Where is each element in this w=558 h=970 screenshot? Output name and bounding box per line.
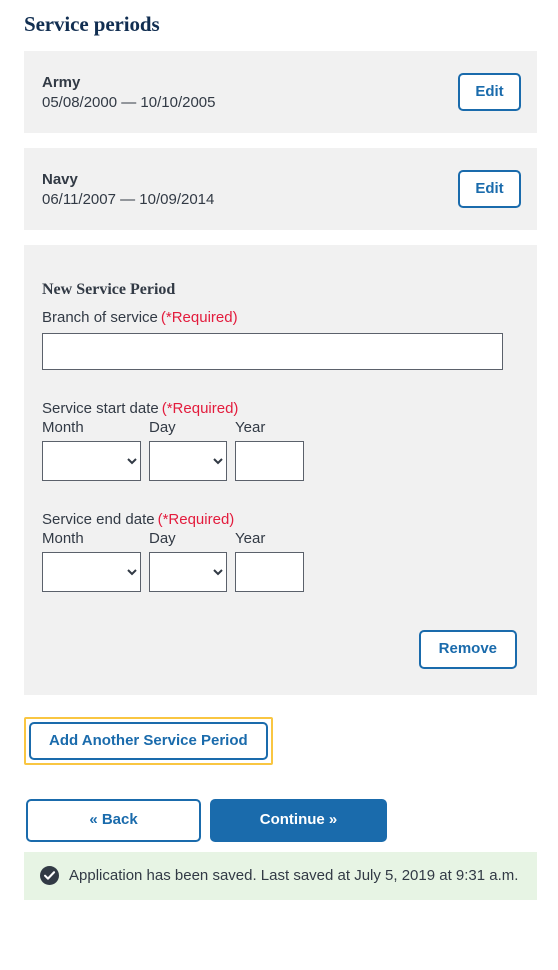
service-end-date-group: Service end date (*Required) Month Day Ye… <box>42 511 517 592</box>
service-periods-list: Army 05/08/2000 — 10/10/2005 Edit Navy 0… <box>0 51 558 230</box>
remove-row: Remove <box>42 630 517 669</box>
end-day-select[interactable] <box>149 552 227 592</box>
service-period-info: Army 05/08/2000 — 10/10/2005 <box>42 74 215 111</box>
service-period-dates: 06/11/2007 — 10/09/2014 <box>42 190 215 208</box>
end-year-col: Year <box>235 530 304 592</box>
back-button[interactable]: « Back <box>26 799 201 842</box>
end-day-label: Day <box>149 530 176 547</box>
start-day-select[interactable] <box>149 441 227 481</box>
form-navigation: « Back Continue » <box>26 799 558 842</box>
service-start-date-legend: Service start date (*Required) <box>42 400 517 417</box>
service-start-date-legend-text: Service start date <box>42 400 159 417</box>
branch-required-flag: (*Required) <box>160 309 238 326</box>
add-another-service-period-focus-ring: Add Another Service Period <box>24 716 273 765</box>
service-start-date-group: Service start date (*Required) Month Day … <box>42 400 517 481</box>
service-end-date-legend-text: Service end date <box>42 511 155 528</box>
end-day-col: Day <box>149 530 227 592</box>
service-start-date-fields: Month Day Year <box>42 419 517 481</box>
service-period-info: Navy 06/11/2007 — 10/09/2014 <box>42 171 214 208</box>
service-period-card: Army 05/08/2000 — 10/10/2005 Edit <box>24 51 537 133</box>
service-period-branch: Navy <box>42 170 78 188</box>
service-period-card: Navy 06/11/2007 — 10/09/2014 Edit <box>24 148 537 230</box>
service-end-date-legend: Service end date (*Required) <box>42 511 517 528</box>
end-year-label: Year <box>235 530 266 547</box>
start-year-label: Year <box>235 419 266 436</box>
end-year-input[interactable] <box>235 552 304 592</box>
branch-of-service-input[interactable] <box>42 333 503 370</box>
saved-status-banner: Application has been saved. Last saved a… <box>24 851 537 900</box>
new-service-period-title: New Service Period <box>42 281 176 298</box>
start-date-required-flag: (*Required) <box>161 400 239 417</box>
service-end-date-fields: Month Day Year <box>42 530 517 592</box>
saved-status-message: Application has been saved. Last saved a… <box>69 866 519 884</box>
add-another-service-period-button[interactable]: Add Another Service Period <box>29 721 268 760</box>
service-period-branch: Army <box>42 73 81 91</box>
branch-of-service-label: Branch of service (*Required) <box>42 309 517 326</box>
edit-service-period-button[interactable]: Edit <box>458 169 521 209</box>
end-date-required-flag: (*Required) <box>157 511 235 528</box>
end-month-label: Month <box>42 530 84 547</box>
end-month-col: Month <box>42 530 141 592</box>
continue-button[interactable]: Continue » <box>210 799 387 842</box>
end-month-select[interactable] <box>42 552 141 592</box>
start-year-input[interactable] <box>235 441 304 481</box>
start-month-label: Month <box>42 419 84 436</box>
check-circle-icon <box>40 866 59 885</box>
edit-service-period-button[interactable]: Edit <box>458 72 521 112</box>
start-month-select[interactable] <box>42 441 141 481</box>
page-title: Service periods <box>24 12 160 36</box>
branch-of-service-label-text: Branch of service <box>42 309 158 326</box>
remove-service-period-button[interactable]: Remove <box>418 630 517 669</box>
service-period-dates: 05/08/2000 — 10/10/2005 <box>42 93 216 111</box>
new-service-period-panel: New Service Period Branch of service (*Re… <box>24 245 537 695</box>
start-year-col: Year <box>235 419 304 481</box>
start-day-label: Day <box>149 419 176 436</box>
start-day-col: Day <box>149 419 227 481</box>
start-month-col: Month <box>42 419 141 481</box>
